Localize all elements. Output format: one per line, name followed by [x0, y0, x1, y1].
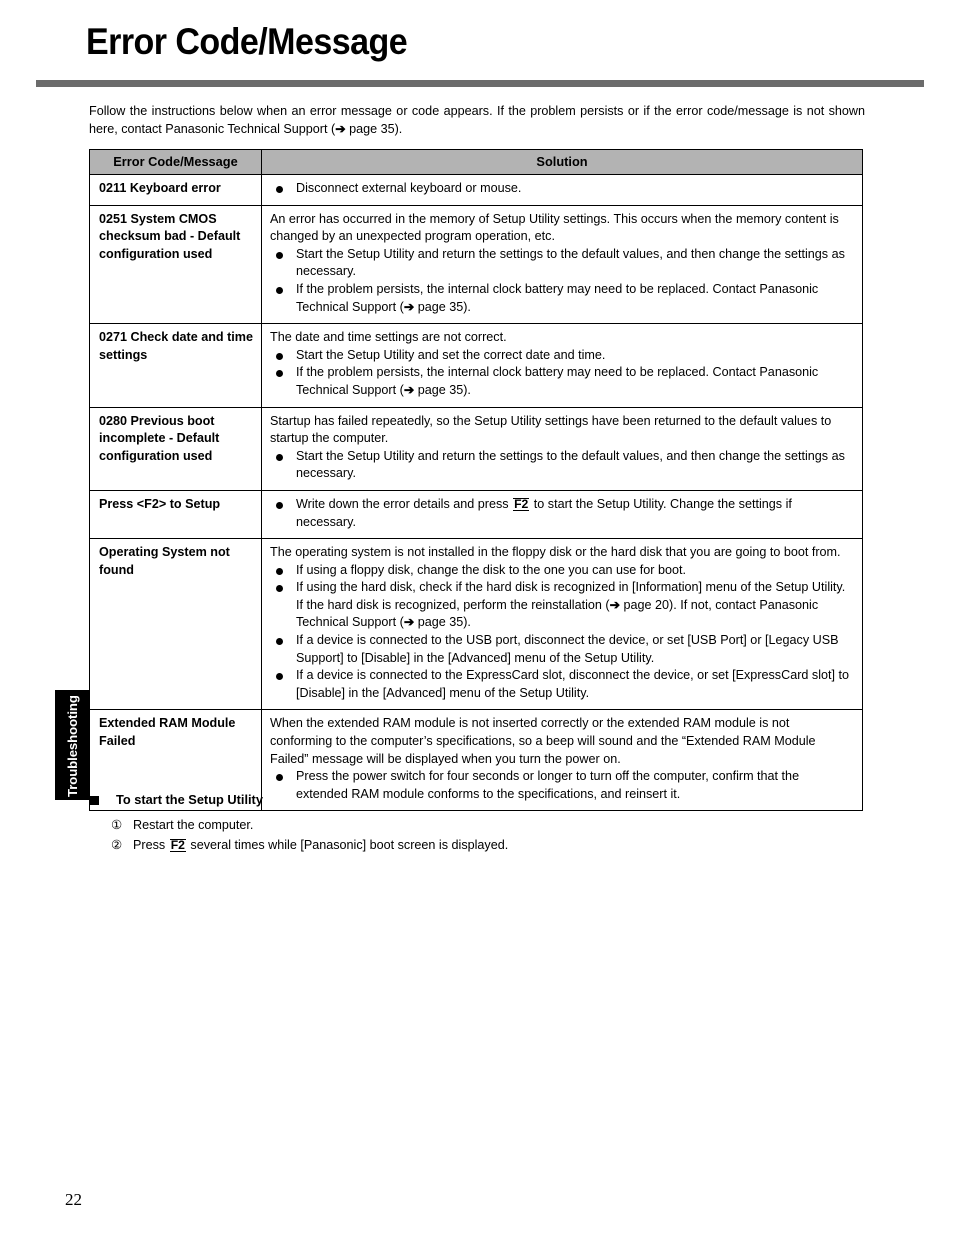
- solution-text: The operating system is not installed in…: [270, 545, 841, 560]
- table-row: Operating System not found The operating …: [89, 538, 863, 711]
- solution-cell: The operating system is not installed in…: [261, 538, 863, 711]
- error-code-cell: 0251 System CMOS checksum bad - Default …: [89, 204, 262, 325]
- page-reference-arrow-icon: ➔: [403, 299, 415, 314]
- solution-bullet-item: If the problem persists, the internal cl…: [270, 364, 854, 399]
- solution-cell: An error has occurred in the memory of S…: [261, 204, 863, 325]
- page-reference-arrow-icon: ➔: [335, 121, 346, 136]
- note-step-text: Press F2 several times while [Panasonic]…: [133, 838, 509, 852]
- solution-bullet-list: Start the Setup Utility and return the s…: [270, 246, 854, 316]
- column-header-error-code: Error Code/Message: [89, 149, 262, 175]
- solution-bullet-item: Start the Setup Utility and return the s…: [270, 448, 854, 483]
- key-f2-icon: F2: [169, 838, 186, 852]
- table-row: 0280 Previous boot incomplete - Default …: [89, 406, 863, 491]
- table-header: Error Code/Message Solution: [89, 149, 863, 175]
- error-code-cell: Operating System not found: [89, 538, 262, 711]
- setup-utility-note: To start the Setup Utility ① Restart the …: [89, 791, 809, 855]
- solution-bullet-list: Write down the error details and press F…: [270, 496, 854, 531]
- solution-bullet-item: If using the hard disk, check if the har…: [270, 579, 854, 632]
- section-tab-label: Troubleshooting: [64, 695, 80, 797]
- table-row: 0251 System CMOS checksum bad - Default …: [89, 204, 863, 325]
- error-code-cell: 0280 Previous boot incomplete - Default …: [89, 406, 262, 491]
- table-body: 0211 Keyboard error Disconnect external k…: [89, 174, 863, 812]
- section-tab-troubleshooting: Troubleshooting: [55, 690, 89, 800]
- note-step-item: ① Restart the computer.: [111, 815, 809, 835]
- page-reference-arrow-icon: ➔: [403, 615, 415, 630]
- note-step-item: ② Press F2 several times while [Panasonic…: [111, 835, 809, 855]
- solution-cell: Disconnect external keyboard or mouse.: [261, 174, 863, 206]
- column-header-solution: Solution: [261, 149, 863, 175]
- solution-bullet-item: Write down the error details and press F…: [270, 496, 854, 531]
- solution-cell: Write down the error details and press F…: [261, 489, 863, 540]
- solution-text: The date and time settings are not corre…: [270, 330, 507, 345]
- key-f2-icon: F2: [513, 496, 530, 511]
- solution-bullet-list: Start the Setup Utility and set the corr…: [270, 347, 854, 400]
- solution-text: When the extended RAM module is not inse…: [270, 716, 816, 766]
- error-code-cell: 0211 Keyboard error: [89, 174, 262, 206]
- title-divider: [36, 80, 924, 87]
- solution-bullet-item: If the problem persists, the internal cl…: [270, 281, 854, 316]
- error-code-table: Error Code/Message Solution 0211 Keyboar…: [89, 149, 863, 812]
- solution-text: Startup has failed repeatedly, so the Se…: [270, 413, 832, 446]
- solution-cell: Startup has failed repeatedly, so the Se…: [261, 406, 863, 491]
- solution-bullet-list: Disconnect external keyboard or mouse.: [270, 180, 854, 198]
- solution-bullet-list: Start the Setup Utility and return the s…: [270, 448, 854, 483]
- note-step-list: ① Restart the computer. ② Press F2 several …: [89, 815, 809, 855]
- page-title: Error Code/Message: [86, 21, 408, 62]
- intro-text: Follow the instructions below when an er…: [89, 104, 865, 136]
- error-code-cell: 0271 Check date and time settings: [89, 323, 262, 408]
- solution-text: An error has occurred in the memory of S…: [270, 211, 839, 244]
- solution-bullet-item: If using a floppy disk, change the disk …: [270, 562, 854, 580]
- solution-bullet-item: If a device is connected to the ExpressC…: [270, 667, 854, 702]
- solution-bullet-item: Disconnect external keyboard or mouse.: [270, 180, 854, 198]
- solution-cell: The date and time settings are not corre…: [261, 323, 863, 408]
- intro-paragraph: Follow the instructions below when an er…: [89, 103, 865, 138]
- table-header-row: Error Code/Message Solution: [89, 149, 863, 175]
- solution-bullet-item: Start the Setup Utility and set the corr…: [270, 347, 854, 365]
- step-number-icon: ①: [111, 818, 123, 832]
- solution-bullet-item: Start the Setup Utility and return the s…: [270, 246, 854, 281]
- table-row: 0271 Check date and time settings The dat…: [89, 323, 863, 408]
- solution-bullet-list: If using a floppy disk, change the disk …: [270, 562, 854, 703]
- table-row: 0211 Keyboard error Disconnect external k…: [89, 174, 863, 206]
- note-heading: To start the Setup Utility: [89, 791, 809, 809]
- error-code-cell: Press <F2> to Setup: [89, 489, 262, 540]
- note-step-text: Restart the computer.: [133, 818, 254, 832]
- page-number: 22: [65, 1190, 82, 1209]
- page-reference-arrow-icon: ➔: [403, 382, 415, 397]
- step-number-icon: ②: [111, 838, 123, 852]
- table-row: Press <F2> to Setup Write down the error …: [89, 489, 863, 540]
- page-reference-arrow-icon: ➔: [609, 597, 620, 612]
- solution-bullet-item: If a device is connected to the USB port…: [270, 632, 854, 667]
